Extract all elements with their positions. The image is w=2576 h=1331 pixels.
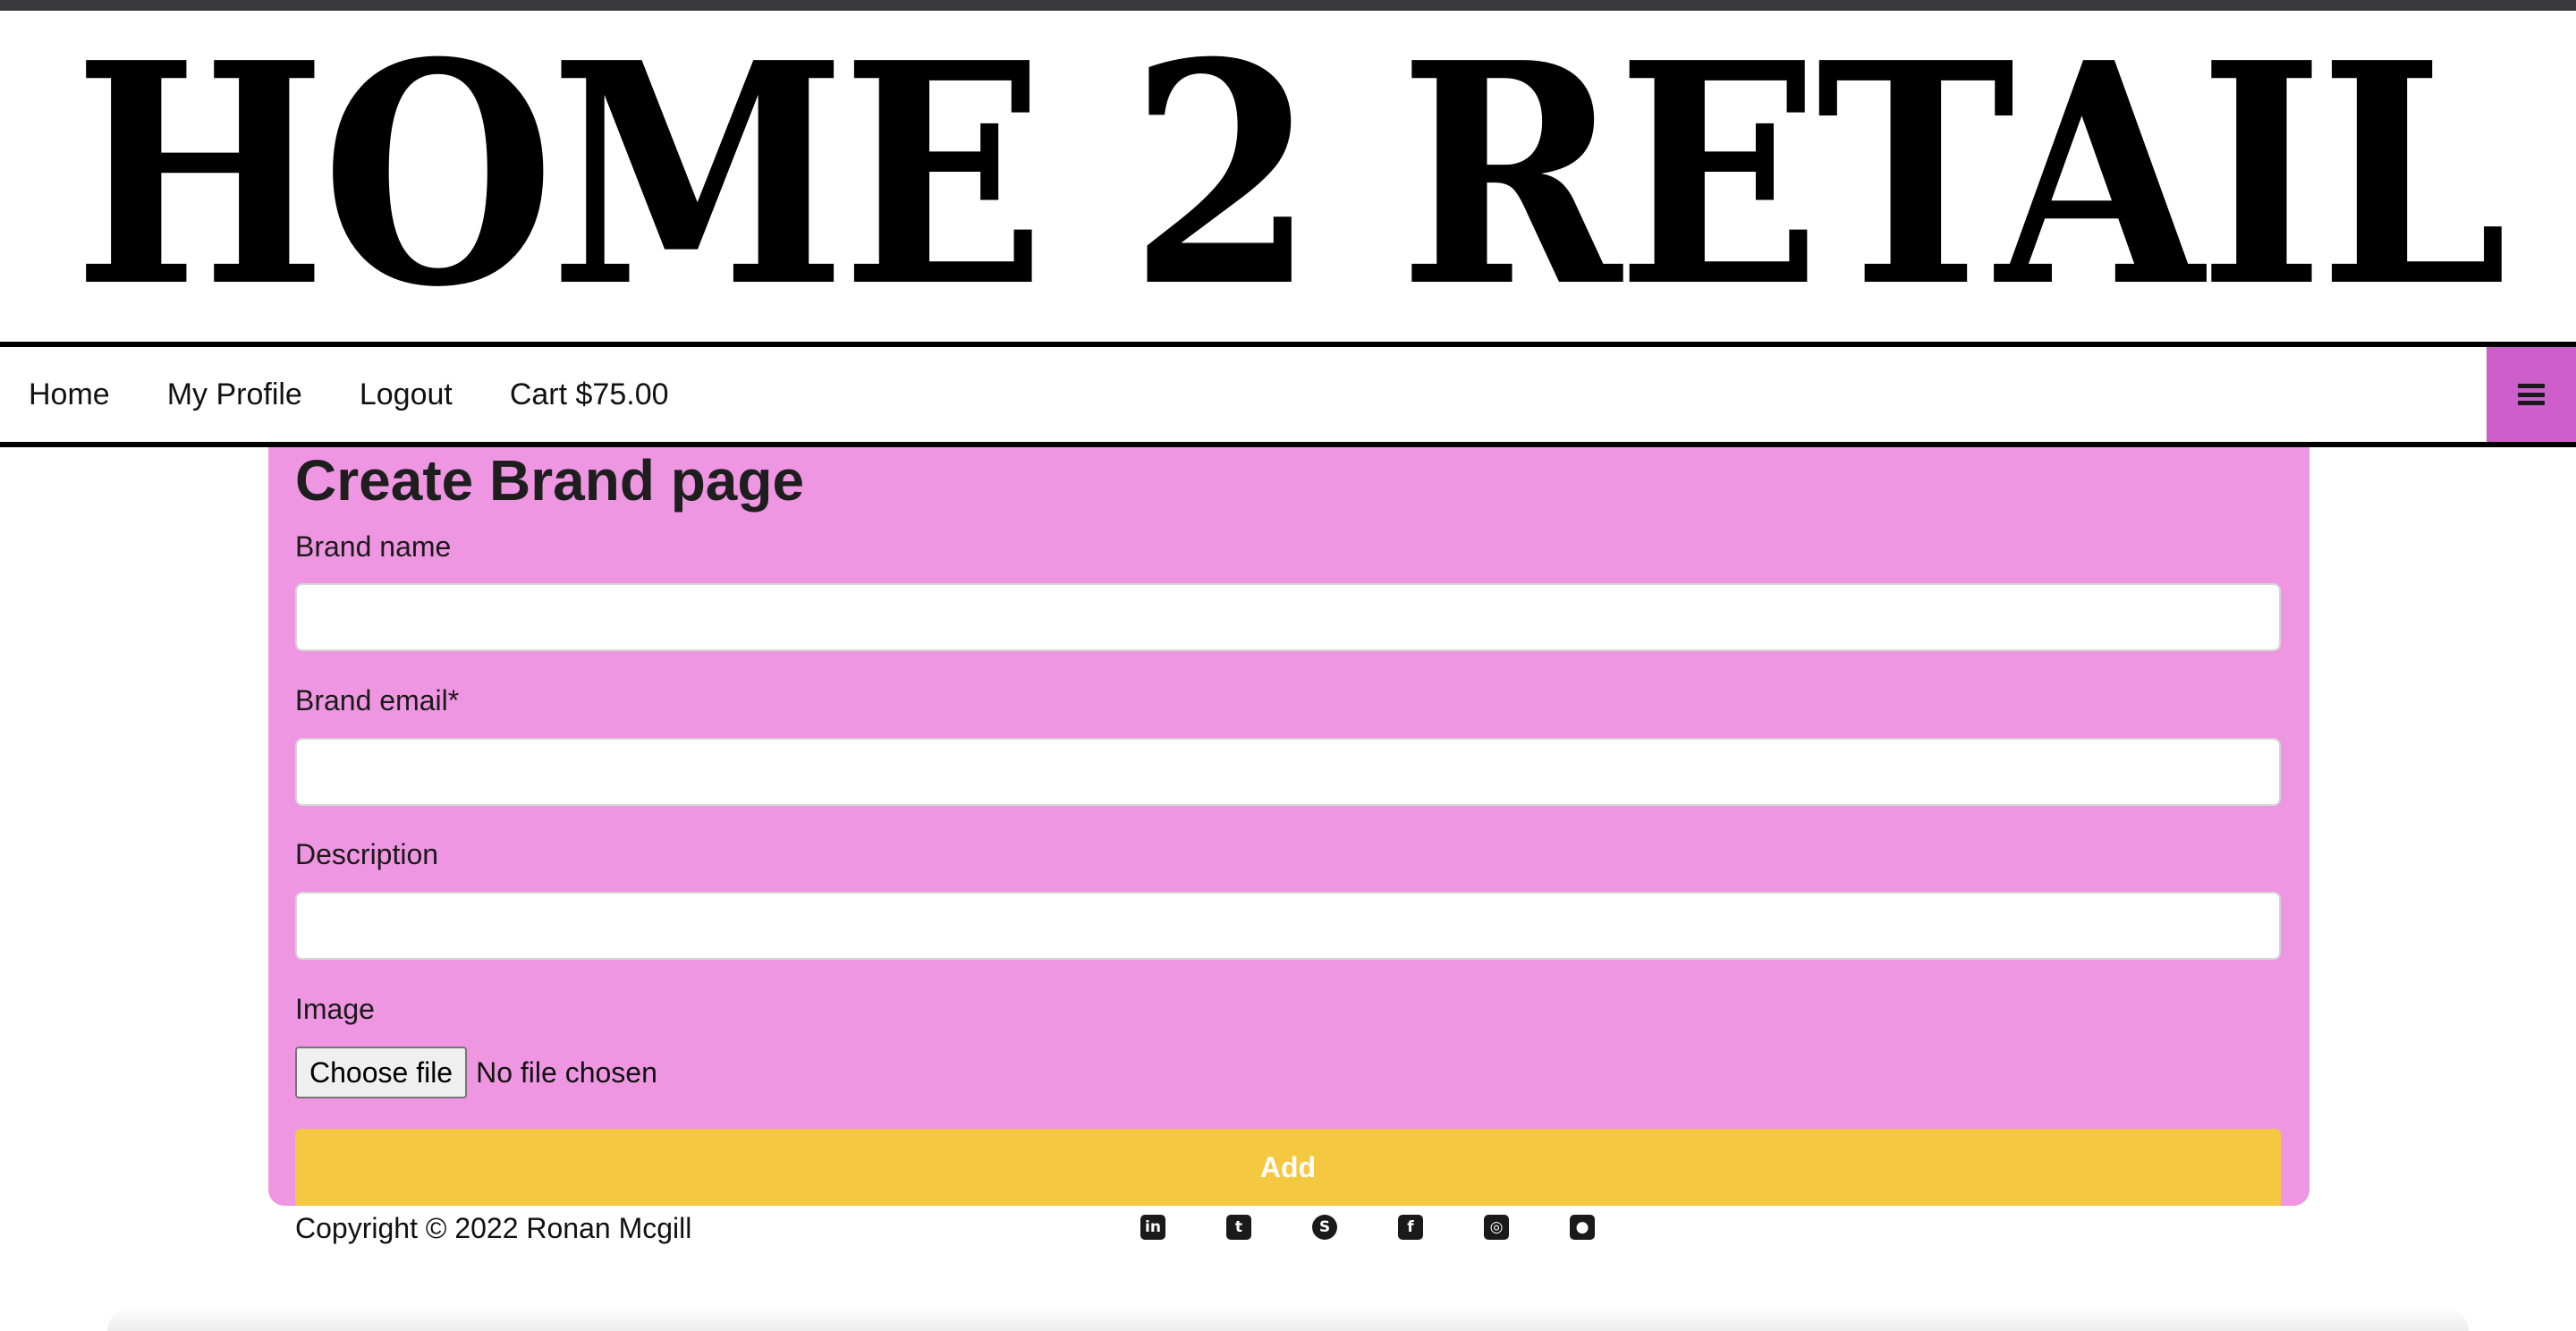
twitter-icon[interactable]: t [1226,1215,1251,1240]
instagram-icon[interactable]: ◎ [1484,1215,1509,1240]
github-icon[interactable]: ● [1570,1215,1595,1240]
description-label: Description [295,838,439,870]
image-file-picker: Choose file No file chosen [295,1047,657,1098]
description-input[interactable] [295,892,2281,960]
create-brand-card: Create Brand page Brand name Brand email… [268,447,2309,1206]
site-header: HOME 2 RETAIL [0,11,2576,342]
add-button[interactable]: Add [295,1129,2281,1206]
file-status-text: No file chosen [476,1055,657,1089]
nav-link-logout[interactable]: Logout [360,377,453,412]
copyright-text: Copyright © 2022 Ronan Mcgill [295,1212,692,1244]
facebook-icon[interactable]: f [1398,1215,1423,1240]
nav-link-my-profile[interactable]: My Profile [167,377,302,412]
skype-icon[interactable]: S [1312,1215,1337,1240]
brand-email-input[interactable] [295,738,2281,806]
linkedin-icon[interactable]: in [1140,1215,1165,1240]
top-border-strip [0,0,2576,11]
brand-email-label: Brand email* [295,684,460,716]
social-links: in t S f ◎ ● [1140,1215,1595,1240]
image-label: Image [295,993,375,1025]
brand-name-input[interactable] [295,583,2281,651]
menu-toggle-button[interactable] [2487,347,2576,442]
hamburger-menu-icon [2518,384,2545,405]
page-title: Create Brand page [295,448,805,513]
choose-file-button[interactable]: Choose file [295,1047,468,1098]
nav-links: Home My Profile Logout Cart $75.00 [29,347,669,442]
main-navbar: Home My Profile Logout Cart $75.00 [0,342,2576,447]
site-logo[interactable]: HOME 2 RETAIL [73,24,2507,328]
nav-link-home[interactable]: Home [29,377,110,412]
page-bottom-shadow [107,1308,2469,1331]
brand-name-label: Brand name [295,530,452,563]
nav-link-cart[interactable]: Cart $75.00 [510,377,669,412]
